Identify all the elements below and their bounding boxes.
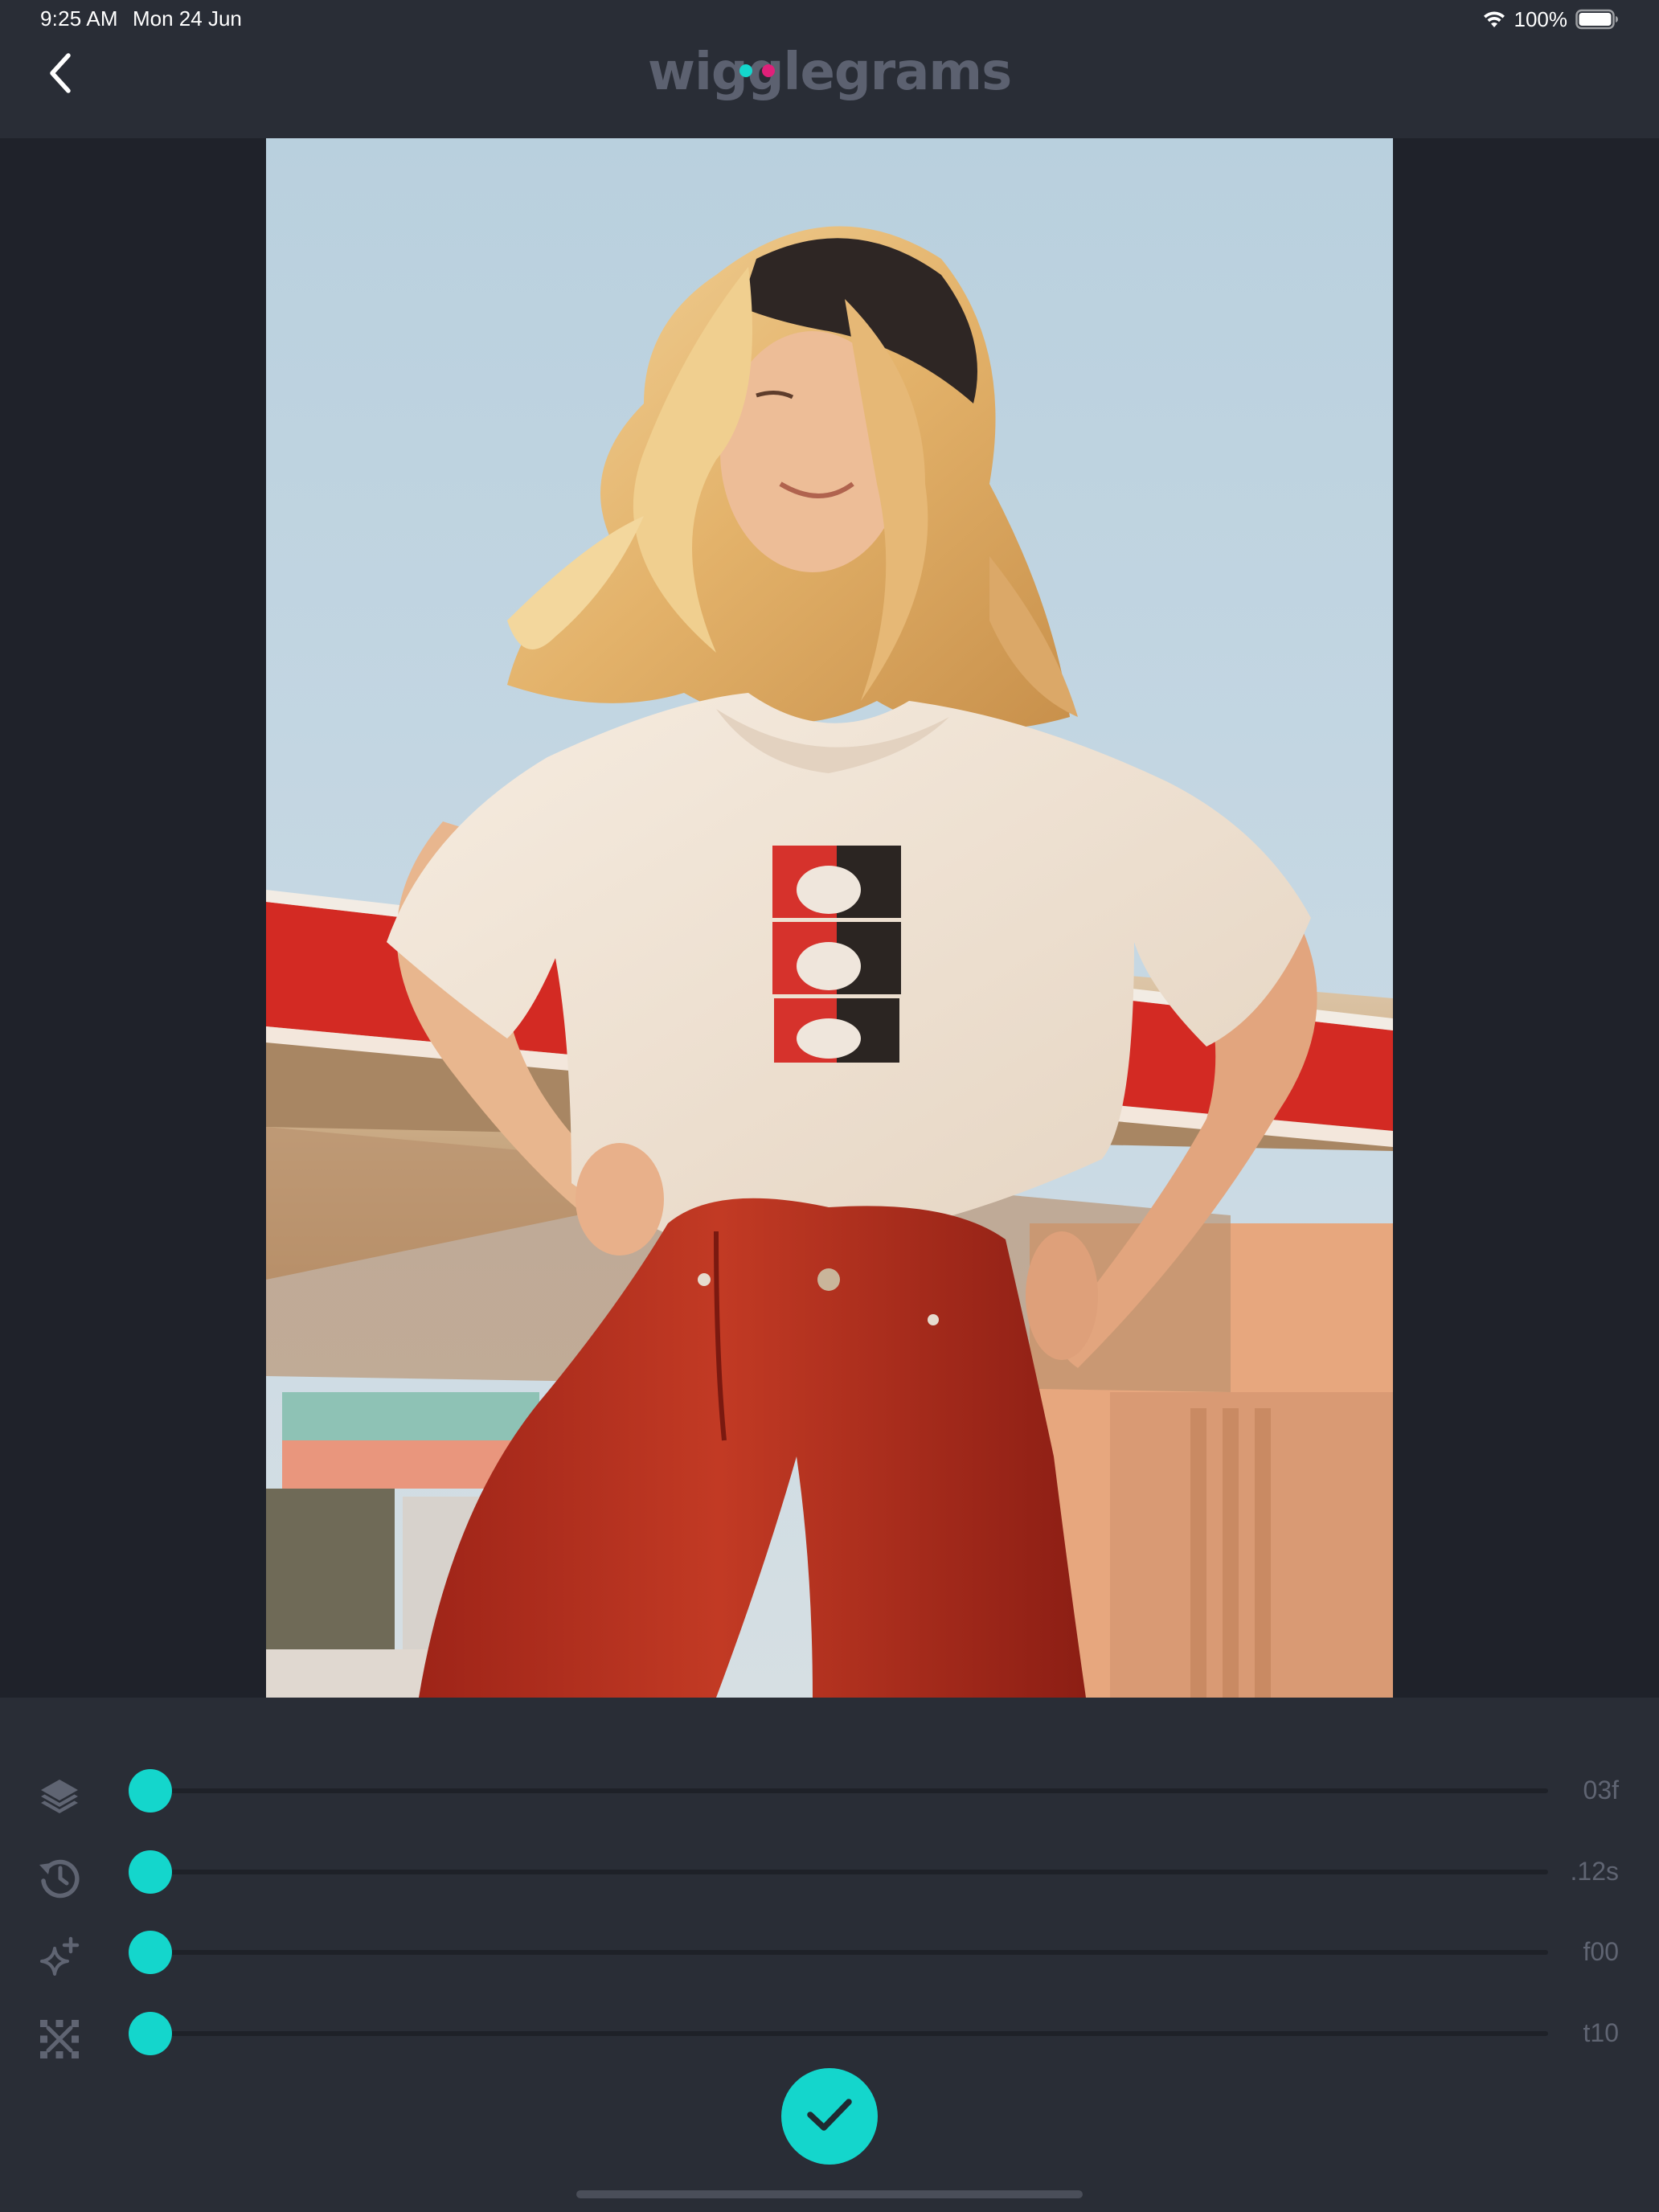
logo-dots-icon [739, 64, 775, 77]
effects-slider[interactable] [129, 1931, 1548, 1974]
frames-slider[interactable] [129, 1769, 1548, 1813]
home-indicator [576, 2190, 1083, 2198]
status-date: Mon 24 Jun [133, 6, 242, 31]
wifi-icon [1482, 10, 1506, 29]
confirm-button[interactable] [781, 2068, 878, 2165]
speed-value: .12s [1570, 1857, 1619, 1886]
slider-row-frames: 03f [0, 1758, 1659, 1822]
sparkle-add-icon [35, 1934, 84, 1982]
layers-icon [35, 1772, 84, 1821]
speed-slider-thumb[interactable] [129, 1850, 172, 1894]
slider-row-tolerance: t10 [0, 2001, 1659, 2065]
photo-canvas [0, 138, 1659, 1698]
tolerance-slider-thumb[interactable] [129, 2012, 172, 2055]
history-icon [35, 1854, 84, 1902]
tolerance-slider[interactable] [129, 2012, 1548, 2055]
battery-percent: 100% [1514, 6, 1568, 31]
align-grid-icon [35, 2015, 84, 2063]
frames-value: 03f [1583, 1776, 1619, 1804]
photo-preview[interactable] [266, 138, 1393, 1698]
navigation-bar: wigglegrams [0, 39, 1659, 138]
app-title-logo: wigglegrams [647, 43, 1012, 102]
effects-value: f00 [1583, 1937, 1619, 1966]
slider-row-speed: .12s [0, 1839, 1659, 1903]
checkmark-icon [804, 2095, 855, 2139]
app-screen: 9:25 AM Mon 24 Jun 100% wigglegrams 03f … [0, 0, 1659, 2212]
speed-slider[interactable] [129, 1850, 1548, 1894]
status-bar: 9:25 AM Mon 24 Jun 100% [0, 0, 1659, 39]
tolerance-value: t10 [1583, 2018, 1619, 2047]
battery-full-icon [1575, 9, 1619, 30]
frames-slider-thumb[interactable] [129, 1769, 172, 1813]
effects-slider-thumb[interactable] [129, 1931, 172, 1974]
status-indicators: 100% [1482, 6, 1620, 32]
slider-row-effects: f00 [0, 1919, 1659, 1984]
status-time: 9:25 AM [40, 6, 118, 31]
